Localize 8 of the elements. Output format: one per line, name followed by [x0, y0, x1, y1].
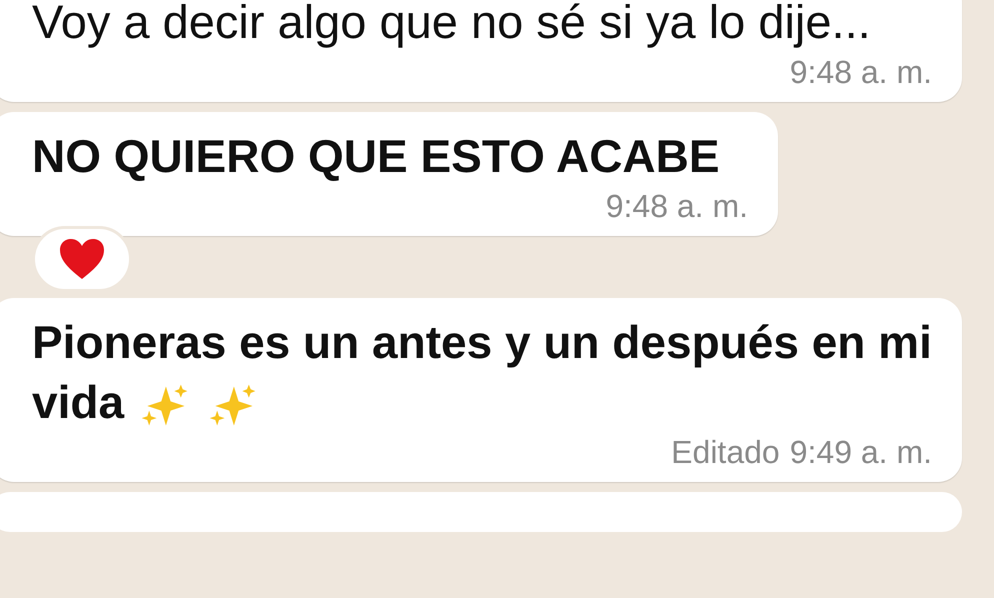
message-time: 9:49 a. m. — [790, 433, 932, 472]
edited-label: Editado — [671, 433, 780, 472]
message-time: 9:48 a. m. — [606, 187, 748, 226]
heart-icon — [58, 237, 106, 281]
message-text: Pioneras es un antes y un después en mi vida — [32, 315, 932, 432]
message-text: NO QUIERO QUE ESTO ACABE — [32, 129, 721, 184]
message-text: Voy a decir algo que no sé si ya lo dije... — [32, 0, 872, 50]
message-time: 9:48 a. m. — [790, 53, 932, 92]
